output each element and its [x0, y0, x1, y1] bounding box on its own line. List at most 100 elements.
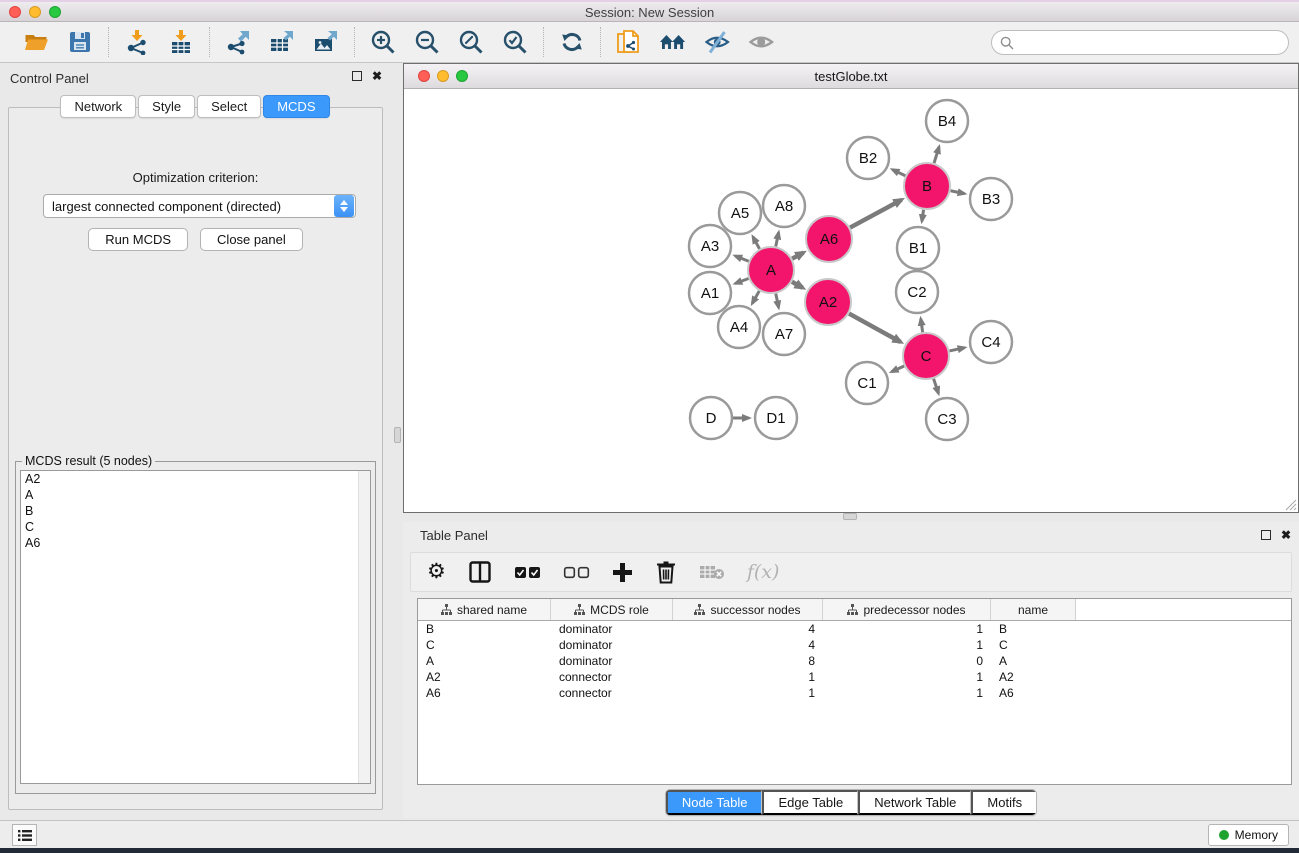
- resize-grip-icon[interactable]: [1283, 497, 1297, 511]
- edge-A-A3[interactable]: [735, 256, 749, 261]
- vertical-split-handle[interactable]: [394, 427, 401, 443]
- node-A5[interactable]: A5: [719, 192, 761, 234]
- run-mcds-button[interactable]: Run MCDS: [88, 228, 188, 251]
- node-B1[interactable]: B1: [897, 227, 939, 269]
- node-table[interactable]: shared nameMCDS rolesuccessor nodesprede…: [417, 598, 1292, 785]
- cell-shared_name[interactable]: B: [418, 622, 551, 636]
- cell-predecessor_nodes[interactable]: 0: [823, 654, 991, 668]
- zoom-fit-icon[interactable]: [457, 28, 485, 56]
- edge-A-A8[interactable]: [776, 232, 779, 246]
- table-row-A[interactable]: Adominator80A: [418, 653, 1291, 669]
- edge-B-B1[interactable]: [922, 210, 924, 222]
- close-panel-button[interactable]: Close panel: [200, 228, 303, 251]
- task-history-button[interactable]: [12, 824, 37, 846]
- edge-A-A7[interactable]: [776, 294, 779, 308]
- cell-mcds_role[interactable]: connector: [551, 686, 673, 700]
- cell-mcds_role[interactable]: dominator: [551, 622, 673, 636]
- cell-predecessor_nodes[interactable]: 1: [823, 670, 991, 684]
- float-panel-icon[interactable]: [352, 71, 362, 81]
- node-A2[interactable]: A2: [805, 279, 851, 325]
- node-A3[interactable]: A3: [689, 225, 731, 267]
- home-pair-icon[interactable]: [659, 28, 687, 56]
- tab-motifs[interactable]: Motifs: [971, 790, 1036, 815]
- node-C4[interactable]: C4: [970, 321, 1012, 363]
- node-D[interactable]: D: [690, 397, 732, 439]
- table-row-A2[interactable]: A2connector11A2: [418, 669, 1291, 685]
- node-C[interactable]: C: [903, 333, 949, 379]
- cell-name[interactable]: A6: [991, 686, 1076, 700]
- cell-successor_nodes[interactable]: 4: [673, 622, 823, 636]
- cell-predecessor_nodes[interactable]: 1: [823, 638, 991, 652]
- criterion-dropdown[interactable]: largest connected component (directed): [43, 194, 356, 218]
- save-session-icon[interactable]: [66, 28, 94, 56]
- edge-A-A4[interactable]: [752, 291, 759, 304]
- mcds-result-item[interactable]: B: [21, 503, 370, 519]
- node-B3[interactable]: B3: [970, 178, 1012, 220]
- node-C2[interactable]: C2: [896, 271, 938, 313]
- cell-mcds_role[interactable]: dominator: [551, 638, 673, 652]
- visibility-icon[interactable]: [747, 28, 775, 56]
- import-network-icon[interactable]: [123, 28, 151, 56]
- tab-node-table[interactable]: Node Table: [666, 790, 763, 815]
- network-document-icon[interactable]: [615, 28, 643, 56]
- mcds-result-item[interactable]: A6: [21, 535, 370, 551]
- add-column-icon[interactable]: [612, 558, 633, 586]
- search-field[interactable]: [991, 30, 1289, 55]
- column-header-mcds_role[interactable]: MCDS role: [551, 599, 673, 620]
- edge-A-A2[interactable]: [792, 282, 803, 288]
- node-A[interactable]: A: [748, 247, 794, 293]
- export-image-icon[interactable]: [312, 28, 340, 56]
- edge-C-C2[interactable]: [921, 319, 923, 332]
- export-table-icon[interactable]: [268, 28, 296, 56]
- edge-A6-B[interactable]: [850, 200, 901, 228]
- cell-shared_name[interactable]: A: [418, 654, 551, 668]
- column-header-successor_nodes[interactable]: successor nodes: [673, 599, 823, 620]
- column-header-shared_name[interactable]: shared name: [418, 599, 551, 620]
- node-A4[interactable]: A4: [718, 306, 760, 348]
- cell-successor_nodes[interactable]: 4: [673, 638, 823, 652]
- memory-button[interactable]: Memory: [1208, 824, 1289, 846]
- column-header-predecessor_nodes[interactable]: predecessor nodes: [823, 599, 991, 620]
- columns-icon[interactable]: [468, 558, 492, 586]
- cell-shared_name[interactable]: A2: [418, 670, 551, 684]
- cell-name[interactable]: B: [991, 622, 1076, 636]
- edge-A2-C[interactable]: [849, 314, 901, 342]
- delete-table-icon[interactable]: [699, 558, 725, 586]
- cell-name[interactable]: A2: [991, 670, 1076, 684]
- table-float-icon[interactable]: [1261, 530, 1271, 540]
- settings-gear-icon[interactable]: ⚙: [427, 558, 446, 586]
- cell-name[interactable]: A: [991, 654, 1076, 668]
- node-A1[interactable]: A1: [689, 272, 731, 314]
- cell-successor_nodes[interactable]: 1: [673, 670, 823, 684]
- cell-mcds_role[interactable]: dominator: [551, 654, 673, 668]
- node-B4[interactable]: B4: [926, 100, 968, 142]
- cell-successor_nodes[interactable]: 1: [673, 686, 823, 700]
- edge-A-A6[interactable]: [792, 253, 803, 259]
- mcds-result-list[interactable]: A2ABCA6: [20, 470, 371, 784]
- delete-column-icon[interactable]: [655, 558, 677, 586]
- table-close-icon[interactable]: ✖: [1281, 530, 1291, 540]
- mcds-result-item[interactable]: A: [21, 487, 370, 503]
- zoom-selected-icon[interactable]: [501, 28, 529, 56]
- node-B[interactable]: B: [904, 163, 950, 209]
- tab-network-table[interactable]: Network Table: [858, 790, 971, 815]
- result-scrollbar[interactable]: [358, 471, 370, 783]
- column-header-name[interactable]: name: [991, 599, 1076, 620]
- deselect-all-icon[interactable]: [563, 558, 590, 586]
- cell-successor_nodes[interactable]: 8: [673, 654, 823, 668]
- cell-shared_name[interactable]: C: [418, 638, 551, 652]
- edge-B-B2[interactable]: [892, 170, 905, 176]
- mcds-result-item[interactable]: A2: [21, 471, 370, 487]
- search-input[interactable]: [1019, 35, 1288, 50]
- edge-A-A5[interactable]: [753, 237, 760, 249]
- node-D1[interactable]: D1: [755, 397, 797, 439]
- node-B2[interactable]: B2: [847, 137, 889, 179]
- import-table-icon[interactable]: [167, 28, 195, 56]
- mcds-result-item[interactable]: C: [21, 519, 370, 535]
- node-A7[interactable]: A7: [763, 313, 805, 355]
- edge-C-C1[interactable]: [892, 366, 905, 372]
- tab-network[interactable]: Network: [60, 95, 136, 118]
- node-A8[interactable]: A8: [763, 185, 805, 227]
- export-network-icon[interactable]: [224, 28, 252, 56]
- edge-C-C3[interactable]: [934, 379, 939, 394]
